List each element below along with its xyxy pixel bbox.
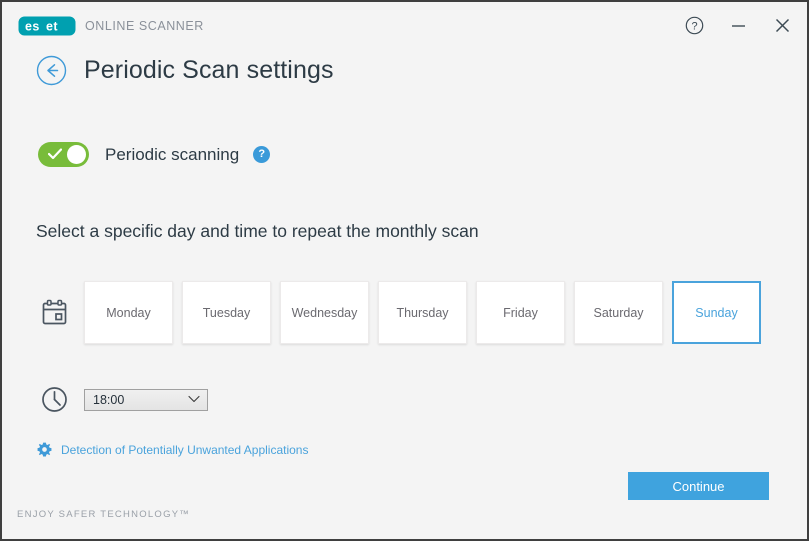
close-icon xyxy=(775,18,789,33)
periodic-scanning-label: Periodic scanning xyxy=(105,144,240,164)
continue-button[interactable]: Continue xyxy=(628,472,769,500)
brand-logo: es et ONLINE SCANNER xyxy=(18,16,204,36)
toggle-knob xyxy=(67,145,86,164)
pua-link-label: Detection of Potentially Unwanted Applic… xyxy=(61,442,309,457)
calendar-icon-wrap xyxy=(35,298,73,327)
question-circle-icon: ? xyxy=(685,16,703,35)
day-button-sunday[interactable]: Sunday xyxy=(672,281,761,344)
day-button-saturday[interactable]: Saturday xyxy=(574,281,663,344)
checkmark-icon xyxy=(48,148,62,160)
footer-tagline: ENJOY SAFER TECHNOLOGY™ xyxy=(17,509,191,520)
svg-text:et: et xyxy=(46,19,58,33)
periodic-scanning-toggle[interactable] xyxy=(38,142,89,167)
pua-settings-link[interactable]: Detection of Potentially Unwanted Applic… xyxy=(37,442,308,457)
day-picker-section: Monday Tuesday Wednesday Thursday Friday… xyxy=(35,281,761,344)
page-header: Periodic Scan settings xyxy=(36,55,334,86)
brand-product-name: ONLINE SCANNER xyxy=(85,18,204,33)
day-button-friday[interactable]: Friday xyxy=(476,281,565,344)
chevron-down-icon xyxy=(188,395,200,402)
calendar-icon xyxy=(42,299,66,325)
time-select-value: 18:00 xyxy=(93,392,125,407)
minimize-button[interactable] xyxy=(727,15,749,37)
gear-icon xyxy=(37,442,52,457)
day-button-monday[interactable]: Monday xyxy=(84,281,173,344)
day-button-tuesday[interactable]: Tuesday xyxy=(182,281,271,344)
instruction-text: Select a specific day and time to repeat… xyxy=(36,221,479,241)
clock-icon-wrap xyxy=(35,385,73,414)
eset-online-scanner-window: es et ONLINE SCANNER ? Periodic Scan set… xyxy=(0,0,809,541)
close-button[interactable] xyxy=(771,15,793,37)
help-circle-icon[interactable]: ? xyxy=(253,146,271,163)
clock-icon xyxy=(41,387,67,412)
time-select[interactable]: 18:00 xyxy=(84,388,208,411)
window-controls: ? xyxy=(683,2,793,49)
day-button-thursday[interactable]: Thursday xyxy=(378,281,467,344)
periodic-scanning-row: Periodic scanning ? xyxy=(38,142,271,167)
page-title: Periodic Scan settings xyxy=(84,56,334,84)
help-button[interactable]: ? xyxy=(683,15,705,37)
day-buttons: Monday Tuesday Wednesday Thursday Friday… xyxy=(84,281,761,344)
title-bar: es et ONLINE SCANNER ? xyxy=(2,2,807,49)
back-button[interactable] xyxy=(36,55,67,86)
minimize-icon xyxy=(731,25,745,27)
day-button-wednesday[interactable]: Wednesday xyxy=(280,281,369,344)
time-picker-section: 18:00 xyxy=(35,385,208,414)
eset-logo-icon: es et xyxy=(18,16,76,35)
svg-text:es: es xyxy=(25,19,40,33)
svg-text:?: ? xyxy=(691,21,697,33)
